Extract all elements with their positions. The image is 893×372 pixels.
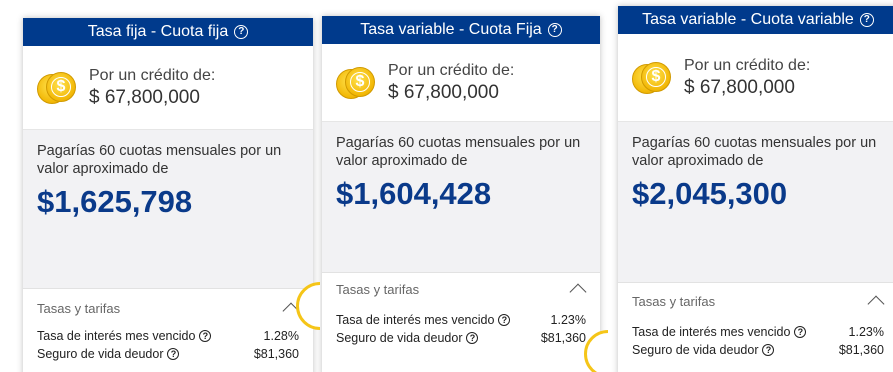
help-icon[interactable]: ? [762,344,775,356]
card-title: Tasa fija - Cuota fija [87,23,229,40]
card-header: Tasa variable - Cuota variable ? [618,6,893,34]
credit-amount: $ 67,800,000 [89,86,200,108]
tasas-section: Tasas y tarifas Tasa de interés mes venc… [322,272,600,347]
help-icon[interactable]: ? [859,13,874,27]
rate-row: Tasa de interés mes vencido? 1.28% [37,327,299,345]
tasas-toggle[interactable]: Tasas y tarifas [37,289,300,327]
payment-amount: $1,625,798 [37,184,193,219]
payment-amount: $2,045,300 [632,176,788,211]
insurance-label: Seguro de vida deudor [632,343,759,357]
chevron-up-icon[interactable] [867,295,885,313]
payment-text: Pagarías 60 cuotas mensuales por un valo… [336,135,581,169]
coins-icon: $ [632,60,672,96]
rate-row: Tasa de interés mes vencido? 1.23% [336,311,586,329]
card-header: Tasa fija - Cuota fija ? [23,18,313,46]
help-icon[interactable]: ? [167,348,180,360]
tasas-label: Tasas y tarifas [336,281,420,297]
coins-icon: $ [336,65,376,101]
tasas-toggle[interactable]: Tasas y tarifas [336,273,587,305]
credit-section: $ Por un crédito de: $ 67,800,000 [23,46,313,130]
credit-label: Por un crédito de: [89,66,216,84]
insurance-label: Seguro de vida deudor [336,331,463,345]
credit-section: $ Por un crédito de: $ 67,800,000 [618,34,893,122]
tasas-toggle[interactable]: Tasas y tarifas [632,283,885,319]
chevron-up-icon[interactable] [569,283,587,301]
tasas-label: Tasas y tarifas [37,300,121,316]
credit-section: $ Por un crédito de: $ 67,800,000 [322,44,600,122]
insurance-row: Seguro de vida deudor? $81,360 [37,345,299,363]
tasas-label: Tasas y tarifas [632,293,716,309]
rate-label: Tasa de interés mes vencido [336,313,495,327]
credit-amount: $ 67,800,000 [388,81,499,103]
rate-value: 1.23% [550,313,586,327]
loan-card-variable-fixed: Tasa variable - Cuota Fija ? $ Por un cr… [322,16,600,372]
help-icon[interactable]: ? [234,25,249,39]
insurance-row: Seguro de vida deudor? $81,360 [632,341,884,359]
credit-amount: $ 67,800,000 [684,76,795,98]
card-title: Tasa variable - Cuota Fija [360,21,542,38]
insurance-value: $81,360 [253,347,299,361]
insurance-row: Seguro de vida deudor? $81,360 [336,329,586,347]
card-title: Tasa variable - Cuota variable [642,11,854,28]
tasas-section: Tasas y tarifas Tasa de interés mes venc… [618,282,893,359]
loan-card-fixed-fixed: Tasa fija - Cuota fija ? $ Por un crédit… [23,18,313,372]
comparison-stage: Tasa fija - Cuota fija ? $ Por un crédit… [0,0,893,372]
tasas-section: Tasas y tarifas Tasa de interés mes venc… [23,288,313,363]
rate-row: Tasa de interés mes vencido? 1.23% [632,323,884,341]
payment-text: Pagarías 60 cuotas mensuales por un valo… [632,135,877,169]
payment-section: Pagarías 60 cuotas mensuales por un valo… [23,130,313,288]
payment-text: Pagarías 60 cuotas mensuales por un valo… [37,143,282,177]
loan-card-variable-variable: Tasa variable - Cuota variable ? $ Por u… [618,6,893,372]
rate-value: 1.28% [263,329,299,343]
credit-label: Por un crédito de: [388,61,515,79]
help-icon[interactable]: ? [794,326,807,338]
rate-value: 1.23% [848,325,884,339]
credit-label: Por un crédito de: [684,56,811,74]
coins-icon: $ [37,70,77,106]
rate-label: Tasa de interés mes vencido [632,325,791,339]
help-icon[interactable]: ? [199,330,212,342]
help-icon[interactable]: ? [466,332,479,344]
payment-section: Pagarías 60 cuotas mensuales por un valo… [618,122,893,282]
help-icon[interactable]: ? [498,314,511,326]
payment-section: Pagarías 60 cuotas mensuales por un valo… [322,122,600,272]
insurance-value: $81,360 [838,343,884,357]
help-icon[interactable]: ? [547,23,562,37]
insurance-value: $81,360 [540,331,586,345]
insurance-label: Seguro de vida deudor [37,347,164,361]
payment-amount: $1,604,428 [336,176,492,211]
card-header: Tasa variable - Cuota Fija ? [322,16,600,44]
rate-label: Tasa de interés mes vencido [37,329,196,343]
